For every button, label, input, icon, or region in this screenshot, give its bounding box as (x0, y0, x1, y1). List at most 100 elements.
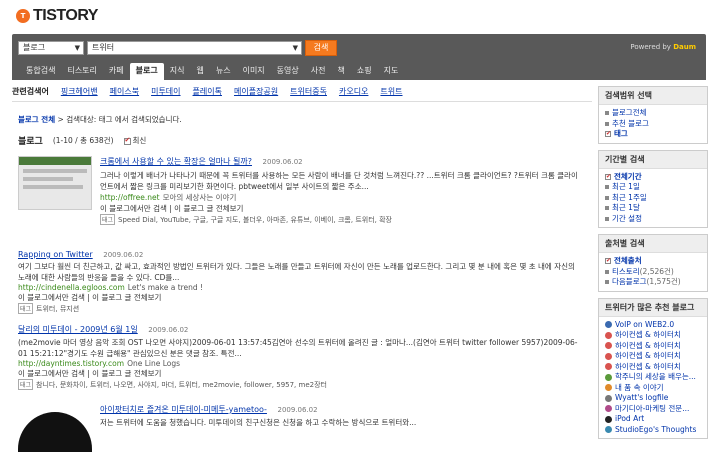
search-input[interactable]: 트위터 ▼ (87, 41, 302, 55)
result-title-link[interactable]: 달리의 미투데이 - 2009년 6월 1일 (18, 325, 138, 334)
related-term[interactable]: 핑크헤어밴 (61, 86, 98, 101)
result-section-title: 블로그 (18, 137, 43, 147)
recommended-blog[interactable]: 학주니의 세상을 배우는... (605, 372, 701, 383)
powered-by-label: Powered by (630, 43, 671, 51)
result-title-link[interactable]: Rapping on Twitter (18, 250, 93, 259)
tab-knowledge[interactable]: 지식 (164, 63, 191, 80)
result-title-link[interactable]: 아이팟터치로 즐겨온 미투데이-미메투-yametoo- (100, 405, 267, 414)
list-item: Rapping on Twitter 2009.06.02 여기 그보다 훨씬 … (18, 250, 583, 322)
checkbox-icon (123, 136, 131, 145)
result-snippet: 그러나 이렇게 배너가 나타나기 때문에 꼭 트위터를 사용하는 모든 사람이 … (100, 171, 578, 191)
related-term[interactable]: 트위터중독 (290, 86, 327, 101)
result-url-link[interactable]: http://cindenella.egloos.com (18, 283, 125, 292)
result-links[interactable]: 이 블로그에서만 검색 | 이 블로그 글 전체보기 (100, 203, 583, 214)
period-option-label: 전체기간 (614, 171, 642, 181)
tab-blog[interactable]: 블로그 (129, 63, 164, 80)
related-term[interactable]: 메이플장공원 (234, 86, 278, 101)
related-searches-label: 관련검색어 (12, 87, 49, 96)
scope-filter-box: 검색범위 선택 블로그전체 추천 블로그 태그 (598, 86, 708, 144)
recommended-blog[interactable]: 하이컨셉 & 하이터치 (605, 330, 701, 341)
recommended-blogs-box: 트위터가 많은 추천 블로그 VoIP on WEB2.0 하이컨셉 & 하이터… (598, 297, 708, 439)
recommended-blog[interactable]: Wyatt's logfile (605, 393, 701, 404)
result-url-link[interactable]: http://offree.net (100, 193, 160, 202)
search-button[interactable]: 검색 (305, 40, 337, 56)
blog-favicon-icon (605, 363, 612, 370)
scope-option[interactable]: 추천 블로그 (605, 119, 701, 130)
related-term[interactable]: 미투데이 (151, 86, 180, 101)
blog-favicon-icon (605, 415, 612, 423)
period-option-label: 최근 1일 (612, 182, 640, 191)
related-term[interactable]: 플레이톡 (193, 86, 222, 101)
recommended-blog-label: 마기디아-마케팅 전문... (615, 403, 690, 413)
tistory-logo-text: TISTORY (33, 7, 98, 24)
period-filter-title: 기간별 검색 (599, 150, 707, 169)
source-option[interactable]: 다음블로그(1,575건) (605, 277, 701, 288)
recommended-blog[interactable]: 하이컨셉 & 하이터치 (605, 351, 701, 362)
recommended-blog[interactable]: StudioEgo's Thoughts (605, 425, 701, 436)
result-thumbnail[interactable] (18, 412, 92, 452)
result-date: 2009.06.02 (277, 406, 318, 414)
tab-web[interactable]: 웹 (190, 63, 209, 80)
result-tags: 태그 트위터, 뮤지션 (18, 303, 583, 314)
search-query-value: 트위터 (92, 43, 115, 52)
tab-image[interactable]: 이미지 (237, 63, 271, 80)
result-date: 2009.06.02 (148, 326, 189, 334)
recommended-blog[interactable]: 마기디아-마케팅 전문... (605, 404, 701, 415)
result-url-note: Let's make a trend ! (127, 283, 204, 292)
period-option[interactable]: 최근 1달 (605, 203, 701, 214)
bullet-icon (605, 216, 609, 221)
tab-news[interactable]: 뉴스 (210, 63, 237, 80)
breadcrumb-root[interactable]: 블로그 전체 (18, 115, 55, 124)
tistory-logo-icon: T (16, 9, 30, 23)
scope-option[interactable]: 태그 (605, 129, 701, 140)
recommended-blog[interactable]: VoIP on WEB2.0 (605, 320, 701, 331)
tistory-logo[interactable]: T TISTORY (16, 7, 98, 25)
search-scope-select[interactable]: 블로그 ▼ (18, 41, 84, 55)
tab-cafe[interactable]: 카페 (103, 63, 130, 80)
result-url-link[interactable]: http://dayntimes.tistory.com (18, 359, 124, 368)
recommended-blog[interactable]: 하이컨셉 & 하이터치 (605, 362, 701, 373)
recommended-blog[interactable]: iPod Art (605, 414, 701, 425)
period-option[interactable]: 최근 1일 (605, 182, 701, 193)
tab-video[interactable]: 동영상 (271, 63, 305, 80)
source-option[interactable]: 전체출처 (605, 256, 701, 267)
tab-book[interactable]: 책 (332, 63, 351, 80)
source-option-label: 티스토리 (612, 266, 640, 276)
result-thumbnail[interactable] (18, 156, 92, 210)
result-snippet: (me2movie 마더 영상 음악 조회 OST 나오면 사야지)2009-0… (18, 338, 578, 358)
period-filter-box: 기간별 검색 전체기간 최근 1일 최근 1주일 최근 1달 기간 설정 (598, 149, 708, 228)
tab-dictionary[interactable]: 사전 (305, 63, 332, 80)
bullet-icon (605, 121, 609, 126)
scope-option[interactable]: 블로그전체 (605, 108, 701, 119)
period-option[interactable]: 기간 설정 (605, 214, 701, 225)
period-option-label: 최근 1주일 (612, 192, 647, 202)
result-url: http://dayntimes.tistory.com One Line Log… (18, 359, 583, 368)
period-option[interactable]: 최근 1주일 (605, 193, 701, 204)
related-term[interactable]: 트위트 (380, 86, 402, 101)
checkbox-icon (605, 256, 611, 267)
related-term[interactable]: 카오디오 (339, 86, 368, 101)
recommended-blog-label: VoIP on WEB2.0 (615, 319, 675, 329)
tab-shopping[interactable]: 쇼핑 (351, 63, 378, 80)
sort-recent[interactable]: 최신 (123, 135, 146, 146)
result-date: 2009.06.02 (262, 158, 303, 166)
result-links[interactable]: 이 블로그에서만 검색 | 이 블로그 글 전체보기 (18, 368, 583, 379)
result-url: http://cindenella.egloos.com Let's make a… (18, 283, 583, 292)
period-option[interactable]: 전체기간 (605, 171, 701, 182)
result-title-link[interactable]: 크롬에서 사용할 수 있는 확장은 얼마나 될까? (100, 157, 252, 166)
blog-favicon-icon (605, 426, 612, 433)
tab-integrated[interactable]: 통합검색 (20, 63, 61, 80)
search-bar: 블로그 ▼ 트위터 ▼ 검색 Powered by Daum (12, 34, 706, 62)
related-term[interactable]: 페이스북 (110, 86, 139, 101)
tab-map[interactable]: 지도 (378, 63, 405, 80)
recommended-blog[interactable]: 내 품 속 이야기 (605, 383, 701, 394)
tab-tistory[interactable]: 티스토리 (61, 63, 102, 80)
recommended-blog-label: StudioEgo's Thoughts (615, 424, 697, 434)
result-links[interactable]: 이 블로그에서만 검색 | 이 블로그 글 전체보기 (18, 292, 583, 303)
source-option[interactable]: 티스토리(2,526건) (605, 267, 701, 278)
source-option-label: 다음블로그 (612, 277, 647, 286)
recommended-blog[interactable]: 하이컨셉 & 하이터치 (605, 341, 701, 352)
chevron-down-icon: ▼ (74, 44, 80, 52)
daum-logo[interactable]: Daum (673, 43, 696, 51)
chevron-down-icon: ▼ (292, 44, 298, 52)
